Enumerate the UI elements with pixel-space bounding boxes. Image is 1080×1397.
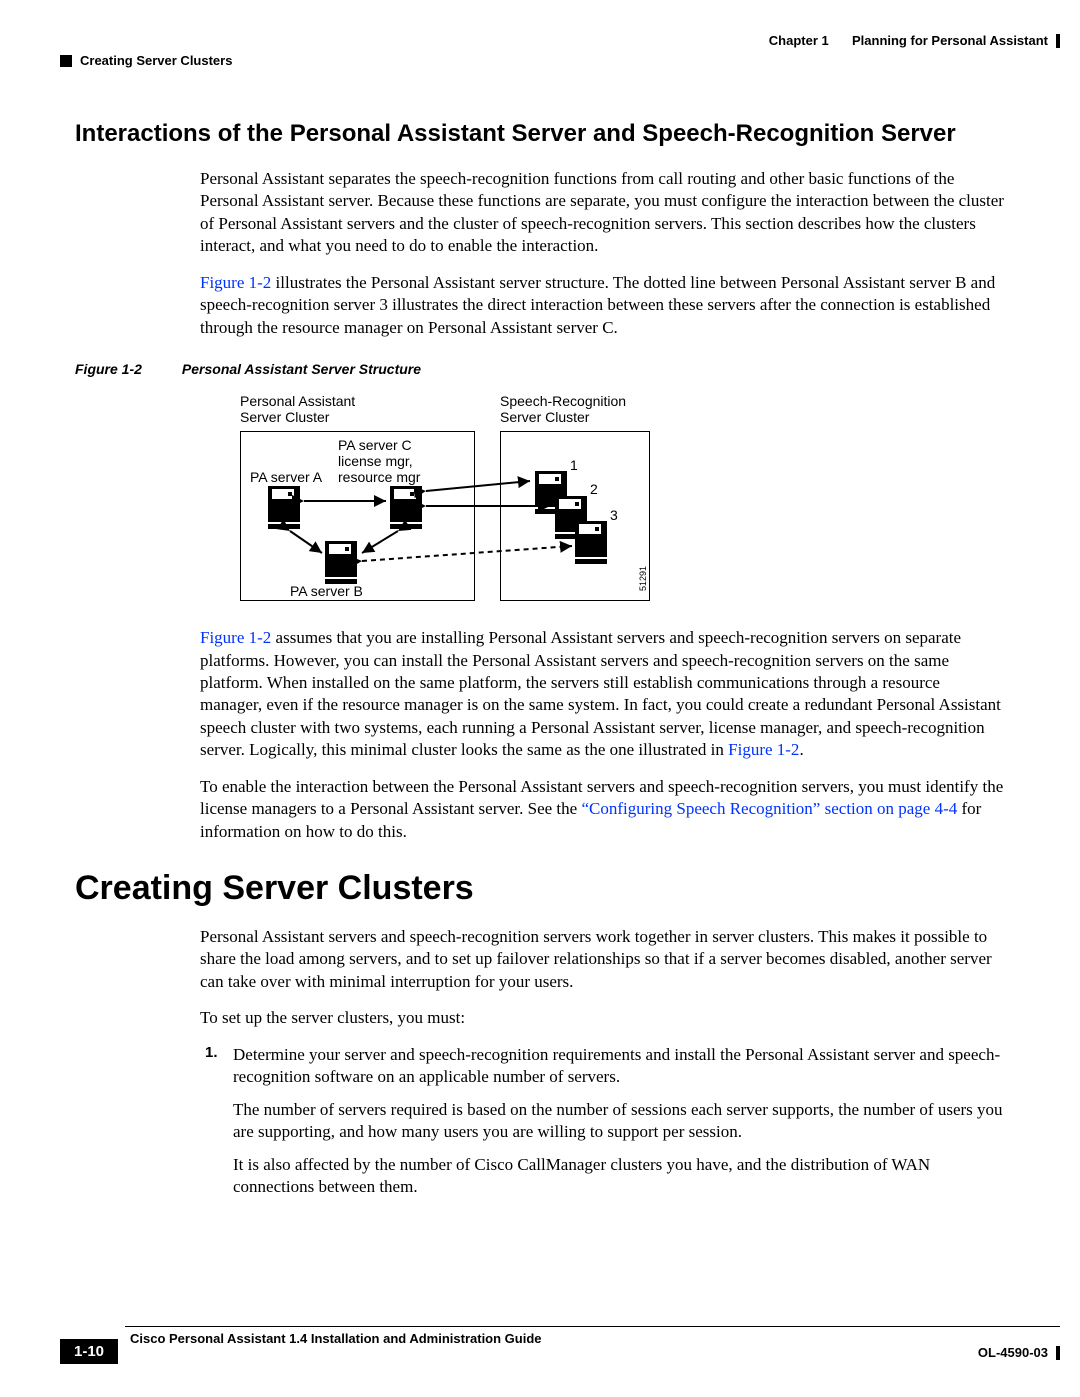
list-item: 1. Determine your server and speech-reco… <box>205 1044 1005 1199</box>
header-bar-icon <box>1056 34 1060 48</box>
header-section: Creating Server Clusters <box>80 53 232 68</box>
para-clusters-intro: Personal Assistant servers and speech-re… <box>200 926 1005 993</box>
ordered-list: 1. Determine your server and speech-reco… <box>205 1044 1005 1199</box>
link-configuring-speech[interactable]: “Configuring Speech Recognition” section… <box>581 799 957 818</box>
figure-diagram: Personal Assistant Server Cluster Speech… <box>240 391 660 611</box>
figure-number: Figure 1-2 <box>75 361 142 377</box>
para-assumes-tail: . <box>799 740 803 759</box>
figure-1-2-link[interactable]: Figure 1-2 <box>200 273 271 292</box>
list-item-1-text: Determine your server and speech-recogni… <box>233 1044 1005 1089</box>
figure-1-2-link-2[interactable]: Figure 1-2 <box>200 628 271 647</box>
footer-doc-title: Cisco Personal Assistant 1.4 Installatio… <box>130 1331 542 1346</box>
page-footer: Cisco Personal Assistant 1.4 Installatio… <box>60 1326 1060 1367</box>
para-intro: Personal Assistant separates the speech-… <box>200 168 1005 258</box>
footer-doc-code: OL-4590-03 <box>978 1345 1048 1360</box>
list-item-1-sub-a: The number of servers required is based … <box>233 1099 1005 1144</box>
section-heading-creating-clusters: Creating Server Clusters <box>75 869 1005 908</box>
list-item-1-sub-b: It is also affected by the number of Cis… <box>233 1154 1005 1199</box>
list-number: 1. <box>205 1044 233 1199</box>
para-figure-ref-tail: illustrates the Personal Assistant serve… <box>200 273 995 337</box>
footer-page-number: 1-10 <box>60 1339 118 1364</box>
para-enable-interaction: To enable the interaction between the Pe… <box>200 776 1005 843</box>
footer-bar-icon <box>1056 1346 1060 1360</box>
header-square-icon <box>60 55 72 67</box>
figure-title: Personal Assistant Server Structure <box>182 361 421 377</box>
para-assumes-body: assumes that you are installing Personal… <box>200 628 1001 759</box>
figure-1-2-link-3[interactable]: Figure 1-2 <box>728 740 799 759</box>
para-figure-ref: Figure 1-2 illustrates the Personal Assi… <box>200 272 1005 339</box>
figure-caption: Figure 1-2 Personal Assistant Server Stru… <box>75 361 1005 377</box>
para-assumes: Figure 1-2 assumes that you are installi… <box>200 627 1005 762</box>
section-heading-interactions: Interactions of the Personal Assistant S… <box>75 120 1005 148</box>
para-setup-lead: To set up the server clusters, you must: <box>200 1007 1005 1029</box>
header-chapter: Chapter 1 <box>769 33 829 48</box>
diagram-arrows <box>240 391 660 611</box>
header-chapter-title: Planning for Personal Assistant <box>852 33 1048 48</box>
